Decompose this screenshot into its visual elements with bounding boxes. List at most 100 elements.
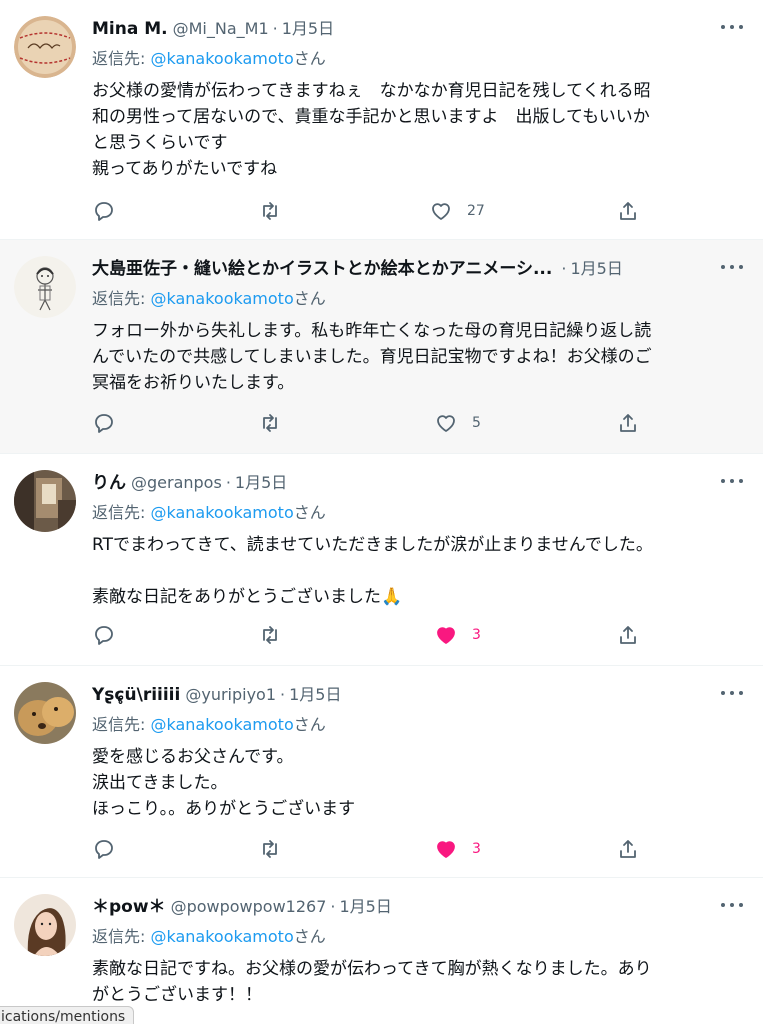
tweet-text: お父様の愛情が伝わってきますねぇ なかなか育児日記を残してくれる昭 和の男性って… — [92, 78, 743, 182]
retweet-button[interactable] — [258, 620, 282, 650]
more-options-icon[interactable] — [721, 688, 743, 698]
tweet-date[interactable]: 1月5日 — [235, 472, 287, 494]
avatar-oshima[interactable] — [14, 256, 76, 318]
tweet-line: ほっこり。。ありがとうございます — [92, 799, 356, 819]
retweet-button[interactable] — [258, 408, 282, 438]
reply-to: 返信先: @kanakookamotoさん — [92, 288, 326, 310]
reply-to: 返信先: @kanakookamotoさん — [92, 48, 326, 70]
heart-icon — [432, 203, 450, 220]
reply-suffix: さん — [293, 289, 326, 308]
avatar-rin[interactable] — [14, 470, 76, 532]
tweet-actions: 5 — [92, 408, 743, 438]
reply-button[interactable] — [92, 408, 116, 438]
share-icon — [620, 840, 636, 858]
share-button[interactable] — [616, 620, 640, 650]
separator-dot: · — [280, 685, 286, 704]
retweet-icon — [263, 840, 277, 858]
avatar-room-photo — [14, 470, 76, 532]
reply-suffix: さん — [293, 503, 326, 522]
reply-button[interactable] — [92, 834, 116, 864]
reply-mention-link[interactable]: @kanakookamoto — [151, 49, 294, 68]
like-button[interactable]: 3 — [434, 834, 481, 864]
reply-to: 返信先: @kanakookamotoさん — [92, 926, 326, 948]
tweet-header: Mina M. @Mi_Na_M1 · 1月5日 — [92, 18, 703, 40]
handle[interactable]: @powpowpow1267 — [171, 896, 327, 918]
display-name[interactable]: 大島亜佐子・縫い絵とかイラストとか絵本とかアニメーシ... — [92, 258, 552, 280]
more-options-icon[interactable] — [721, 900, 743, 910]
tweet-text: RTでまわってきて、読ませていただきましたが涙が止まりませんでした。 素敵な日記… — [92, 532, 743, 610]
avatar-dog-photo — [14, 682, 76, 744]
reply-to-label: 返信先: — [92, 289, 146, 308]
share-icon — [620, 626, 636, 644]
tweet-date[interactable]: 1月5日 — [339, 896, 391, 918]
share-button[interactable] — [616, 408, 640, 438]
reply-mention-link[interactable]: @kanakookamoto — [151, 927, 294, 946]
tweet-5[interactable]: ＊pow＊ @powpowpow1267 · 1月5日 返信先: @kanako… — [0, 878, 763, 1024]
reply-icon — [95, 840, 113, 859]
tweet-header: りん @geranpos · 1月5日 — [92, 472, 703, 494]
display-name[interactable]: りん — [92, 472, 126, 494]
reply-suffix: さん — [293, 49, 326, 68]
share-button[interactable] — [616, 196, 640, 226]
like-button[interactable]: 5 — [434, 408, 481, 438]
tweet-header: 大島亜佐子・縫い絵とかイラストとか絵本とかアニメーシ... · 1月5日 — [92, 258, 703, 280]
like-button[interactable]: 27 — [429, 196, 485, 226]
tweet-actions: 27 — [92, 196, 743, 226]
handle[interactable]: @Mi_Na_M1 — [173, 18, 269, 40]
tweet-line: フォロー外から失礼します。私も昨年亡くなった母の育児日記繰り返し読 — [92, 321, 652, 341]
tweet-date[interactable]: 1月5日 — [289, 684, 341, 706]
display-name[interactable]: ＊pow＊ — [92, 896, 166, 918]
reply-button[interactable] — [92, 620, 116, 650]
share-button[interactable] — [616, 834, 640, 864]
reply-to-label: 返信先: — [92, 503, 146, 522]
reply-button[interactable] — [92, 196, 116, 226]
tweet-line: 素敵な日記をありがとうございました🙏 — [92, 587, 403, 607]
avatar-yuripiyo[interactable] — [14, 682, 76, 744]
reply-to: 返信先: @kanakookamotoさん — [92, 502, 326, 524]
browser-status-url: ications/mentions — [0, 1006, 135, 1024]
handle[interactable]: @geranpos — [131, 472, 222, 494]
reply-icon — [95, 202, 113, 221]
like-count: 3 — [472, 627, 481, 643]
tweet-actions: 3 — [92, 620, 743, 650]
more-options-icon[interactable] — [721, 476, 743, 486]
tweet-line: 涙出てきました。 — [92, 773, 228, 793]
avatar-person-photo — [14, 894, 76, 956]
tweet-2[interactable]: 大島亜佐子・縫い絵とかイラストとか絵本とかアニメーシ... · 1月5日 返信先… — [0, 240, 763, 454]
tweet-header: ＊pow＊ @powpowpow1267 · 1月5日 — [92, 896, 703, 918]
heart-filled-icon — [437, 627, 455, 644]
reply-to-label: 返信先: — [92, 927, 146, 946]
reply-suffix: さん — [293, 927, 326, 946]
tweet-text: フォロー外から失礼します。私も昨年亡くなった母の育児日記繰り返し読 んでいたので… — [92, 318, 743, 396]
tweet-date[interactable]: 1月5日 — [570, 258, 622, 280]
reply-mention-link[interactable]: @kanakookamoto — [151, 715, 294, 734]
more-options-icon[interactable] — [721, 22, 743, 32]
tweet-3[interactable]: りん @geranpos · 1月5日 返信先: @kanakookamotoさ… — [0, 454, 763, 666]
tweet-1[interactable]: Mina M. @Mi_Na_M1 · 1月5日 返信先: @kanakooka… — [0, 0, 763, 240]
tweet-line: んでいたので共感してしまいました。育児日記宝物ですよね！お父様のご — [92, 347, 652, 367]
reply-mention-link[interactable]: @kanakookamoto — [151, 289, 294, 308]
retweet-icon — [263, 626, 277, 644]
retweet-icon — [263, 414, 277, 432]
reply-icon — [95, 626, 113, 645]
tweet-date[interactable]: 1月5日 — [282, 18, 334, 40]
retweet-button[interactable] — [258, 196, 282, 226]
like-count: 27 — [467, 203, 485, 219]
avatar-mina[interactable] — [14, 16, 76, 78]
tweet-line: お父様の愛情が伝わってきますねぇ なかなか育児日記を残してくれる昭 — [92, 81, 651, 101]
tweet-text: 素敵な日記ですね。お父様の愛が伝わってきて胸が熱くなりました。あり がとうござい… — [92, 956, 743, 1008]
display-name[interactable]: Yʂɕ̥ü\riiiii — [92, 684, 180, 706]
avatar-pow[interactable] — [14, 894, 76, 956]
share-icon — [620, 202, 636, 220]
tweet-4[interactable]: Yʂɕ̥ü\riiiii @yuripiyo1 · 1月5日 返信先: @kan… — [0, 666, 763, 878]
retweet-button[interactable] — [258, 834, 282, 864]
handle[interactable]: @yuripiyo1 — [185, 684, 276, 706]
retweet-icon — [263, 202, 277, 220]
reply-mention-link[interactable]: @kanakookamoto — [151, 503, 294, 522]
more-options-icon[interactable] — [721, 262, 743, 272]
separator-dot: · — [225, 473, 231, 492]
like-button[interactable]: 3 — [434, 620, 481, 650]
display-name[interactable]: Mina M. — [92, 18, 168, 40]
tweet-line: RTでまわってきて、読ませていただきましたが涙が止まりませんでした。 — [92, 535, 653, 555]
tweet-line: と思うくらいです — [92, 133, 228, 153]
